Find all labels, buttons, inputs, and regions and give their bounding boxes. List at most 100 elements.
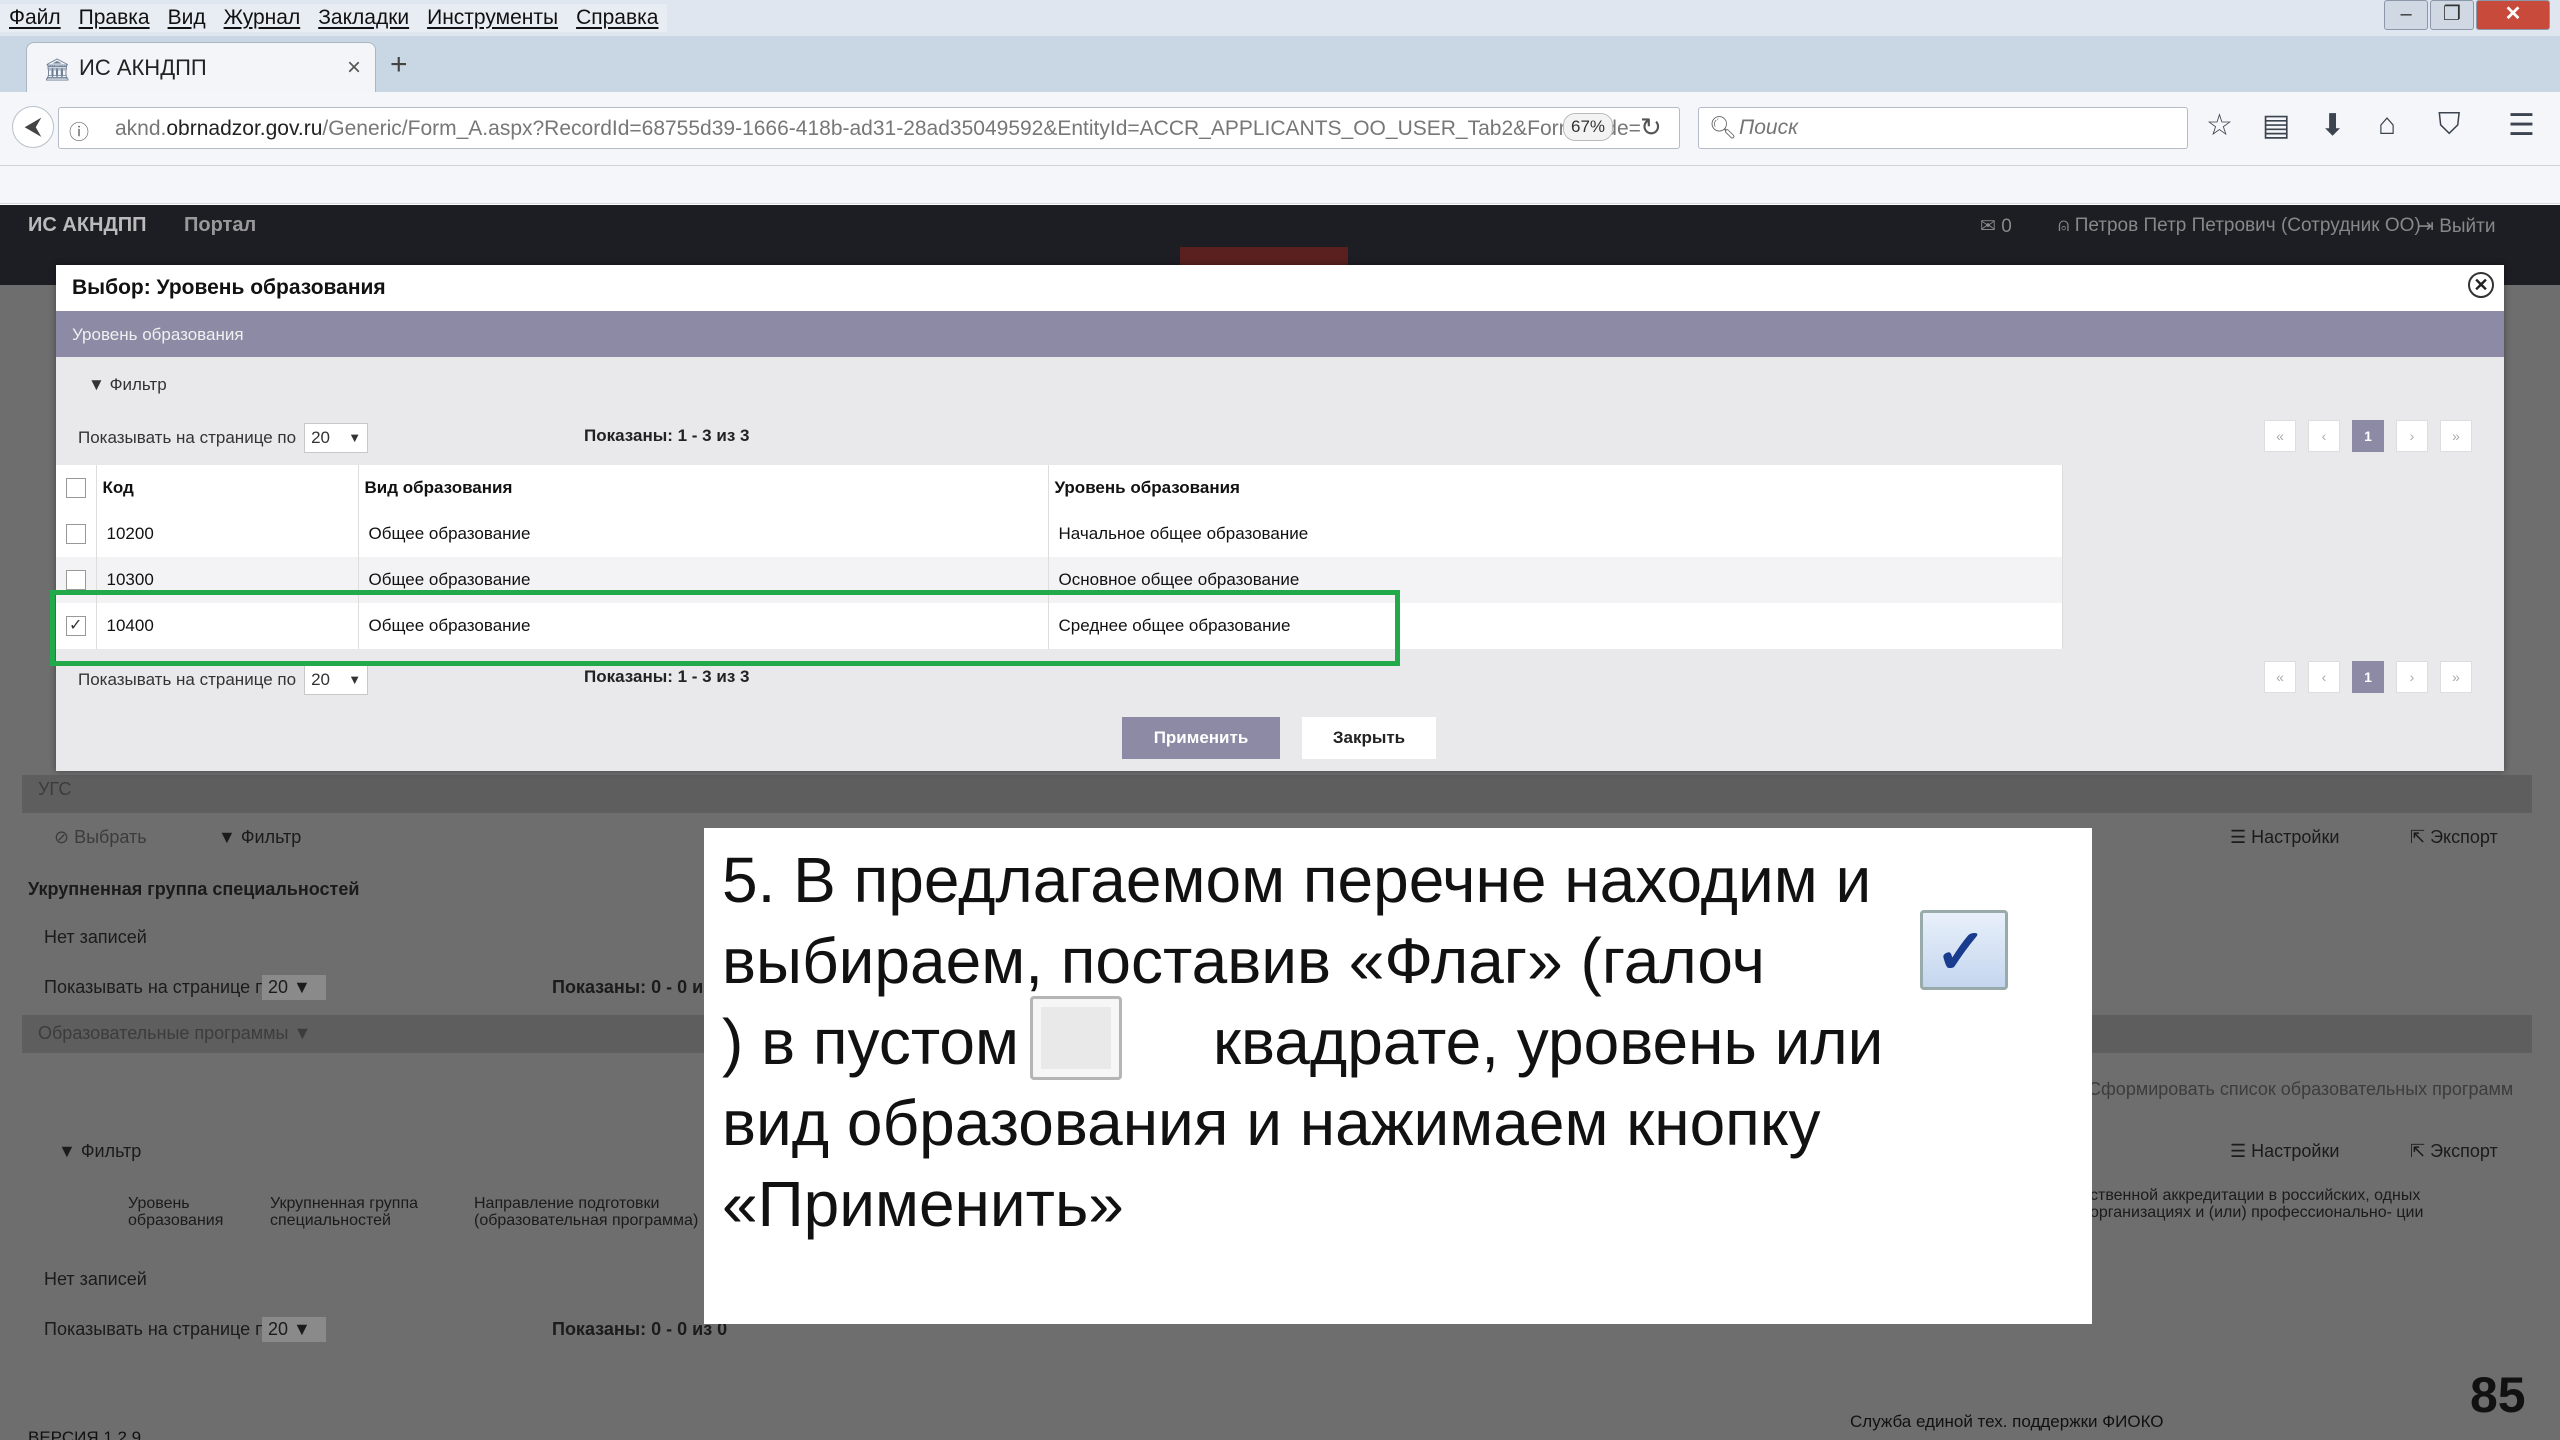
row-checkbox[interactable] xyxy=(65,524,86,545)
select-all-checkbox[interactable] xyxy=(65,478,86,499)
next-page-button[interactable]: › xyxy=(2396,661,2428,693)
menu-file[interactable]: Файл xyxy=(0,4,70,32)
next-page-button[interactable]: › xyxy=(2396,420,2428,452)
home-icon[interactable]: ⌂ xyxy=(2378,108,2396,142)
per-page-select[interactable]: 20 xyxy=(304,423,369,453)
bg-col-level: Уровень образования xyxy=(128,1195,224,1229)
minimize-button[interactable]: – xyxy=(2384,0,2428,30)
current-page-button[interactable]: 1 xyxy=(2352,661,2384,693)
tab-strip xyxy=(0,36,2560,92)
bg-per-page2: Показывать на странице по xyxy=(44,1319,275,1339)
bookmarks-bar xyxy=(0,166,2560,204)
pocket-icon[interactable]: ⛉ xyxy=(2438,108,2461,142)
bg-shown2: Показаны: 0 - 0 из 0 xyxy=(552,1319,728,1339)
back-arrow-icon[interactable]: ⮜ xyxy=(12,106,54,148)
ugs-toolbar xyxy=(22,775,2532,813)
window-close-button[interactable]: ✕ xyxy=(2476,0,2550,30)
per-page-select[interactable]: 20 xyxy=(304,665,369,695)
building-icon: 🏛 xyxy=(43,57,71,82)
menu-tools[interactable]: Инструменты xyxy=(418,4,567,32)
browser-tab[interactable]: 🏛 ИС АКНДПП × xyxy=(26,42,376,92)
messages-count[interactable]: ✉ 0 xyxy=(1980,215,2012,238)
search-box[interactable]: 🔍︎ xyxy=(1698,107,2188,149)
bg-per-page2-select[interactable]: 20 ▼ xyxy=(262,1317,326,1342)
prev-page-button[interactable]: ‹ xyxy=(2308,661,2340,693)
bg-export-button[interactable]: ⇱ Экспорт xyxy=(2410,827,2498,848)
bg-filter2-button[interactable]: ▼ Фильтр xyxy=(58,1141,141,1162)
close-button[interactable]: Закрыть xyxy=(1302,717,1436,759)
maximize-button[interactable]: ❐ xyxy=(2430,0,2474,30)
zoom-indicator[interactable]: 67% xyxy=(1563,113,1613,141)
col-code[interactable]: Код xyxy=(96,465,359,511)
user-name[interactable]: ⍝ Петров Петр Петрович (Сотрудник ОО) xyxy=(2058,215,2421,237)
address-bar[interactable]: ⓘ aknd.obrnadzor.gov.ru/Generic/Form_A.a… xyxy=(58,107,1680,149)
bg-select-button[interactable]: ⊘ Выбрать xyxy=(54,827,147,848)
filter-label: Фильтр xyxy=(109,375,167,394)
col-kind[interactable]: Вид образования xyxy=(358,465,1049,511)
info-icon[interactable]: ⓘ xyxy=(69,116,89,145)
bg-col-ugs: Укрупненная группа специальностей xyxy=(270,1195,419,1229)
bg-filter-button[interactable]: ▼ Фильтр xyxy=(218,827,301,848)
bg-settings2-button[interactable]: ☰ Настройки xyxy=(2230,1141,2339,1162)
select-all-cell xyxy=(56,465,97,511)
last-page-button[interactable]: » xyxy=(2440,661,2472,693)
logout-link[interactable]: ⇥ Выйти xyxy=(2418,215,2495,238)
filter-icon: ▼ xyxy=(88,375,105,394)
empty-checkbox-icon xyxy=(1030,996,1122,1080)
bottom-page-size: Показывать на странице по 20 xyxy=(78,665,369,695)
menu-view[interactable]: Вид xyxy=(159,4,215,32)
first-page-button[interactable]: « xyxy=(2264,661,2296,693)
cell-level: Начальное общее образование xyxy=(1048,511,2063,557)
programs-title[interactable]: Образовательные программы ▼ xyxy=(38,1023,311,1044)
menu-bar: Файл Правка Вид Журнал Закладки Инструме… xyxy=(0,0,2560,36)
window-controls: – ❐ ✕ xyxy=(2384,0,2550,30)
portal-link[interactable]: Портал xyxy=(184,214,256,237)
cell-kind: Общее образование xyxy=(358,511,1049,557)
per-page-label: Показывать на странице по xyxy=(78,670,297,689)
dialog-close-icon[interactable]: ✕ xyxy=(2468,272,2494,298)
bg-ugs-header: Укрупненная группа специальностей xyxy=(28,879,360,899)
last-page-button[interactable]: » xyxy=(2440,420,2472,452)
dialog-section-header: Уровень образования xyxy=(56,311,2504,357)
menu-help[interactable]: Справка xyxy=(567,4,667,32)
first-page-button[interactable]: « xyxy=(2264,420,2296,452)
apply-button[interactable]: Применить xyxy=(1122,717,1280,759)
menu-history[interactable]: Журнал xyxy=(215,4,310,32)
download-icon[interactable]: ⬇ xyxy=(2320,108,2345,143)
per-page-label: Показывать на странице по xyxy=(78,428,297,447)
table-row[interactable]: 10200 Общее образование Начальное общее … xyxy=(56,511,2063,557)
tab-title: ИС АКНДПП xyxy=(79,55,207,80)
shown-count: Показаны: 1 - 3 из 3 xyxy=(584,426,750,445)
cell-code: 10200 xyxy=(96,511,359,557)
table-header-row: Код Вид образования Уровень образования xyxy=(56,465,2063,511)
bg-settings-button[interactable]: ☰ Настройки xyxy=(2230,827,2339,848)
new-tab-button[interactable]: + xyxy=(390,48,408,82)
reload-icon[interactable]: ↻ xyxy=(1640,112,1662,143)
menu-edit[interactable]: Правка xyxy=(70,4,159,32)
bg-no-records: Нет записей xyxy=(44,927,147,947)
app-header: ИС АКНДПП Портал ✉ 0 ⍝ Петров Петр Петро… xyxy=(0,205,2560,247)
tab-close-button[interactable]: × xyxy=(347,54,361,82)
reading-list-icon[interactable]: ▤ xyxy=(2262,108,2290,143)
prev-page-button[interactable]: ‹ xyxy=(2308,420,2340,452)
row-checkbox[interactable] xyxy=(65,570,86,591)
form-list-button[interactable]: Сформировать список образовательных прог… xyxy=(2088,1079,2513,1100)
search-icon: 🔍︎ xyxy=(1709,115,1737,140)
top-pagination: « ‹ 1 › » xyxy=(2264,420,2472,452)
bg-export2-button[interactable]: ⇱ Экспорт xyxy=(2410,1141,2498,1162)
select-dialog: Выбор: Уровень образования ✕ Уровень обр… xyxy=(56,265,2504,771)
filter-toggle[interactable]: ▼ Фильтр xyxy=(88,375,167,395)
dialog-title: Выбор: Уровень образования xyxy=(72,276,386,299)
bg-per-page-select[interactable]: 20 ▼ xyxy=(262,975,326,1000)
current-page-button[interactable]: 1 xyxy=(2352,420,2384,452)
col-level[interactable]: Уровень образования xyxy=(1048,465,2063,511)
bookmark-star-icon[interactable]: ☆ xyxy=(2206,108,2233,143)
highlight-frame xyxy=(50,590,1400,666)
search-input[interactable] xyxy=(1739,114,2159,142)
instruction-callout: 5. В предлагаемом перечне находим и выби… xyxy=(704,828,2092,1324)
shown-count: Показаны: 1 - 3 из 3 xyxy=(584,667,750,686)
ugs-title: УГС xyxy=(38,779,72,799)
app-brand[interactable]: ИС АКНДПП xyxy=(28,214,146,237)
menu-bookmarks[interactable]: Закладки xyxy=(309,4,418,32)
hamburger-menu-icon[interactable]: ☰ xyxy=(2508,108,2535,143)
